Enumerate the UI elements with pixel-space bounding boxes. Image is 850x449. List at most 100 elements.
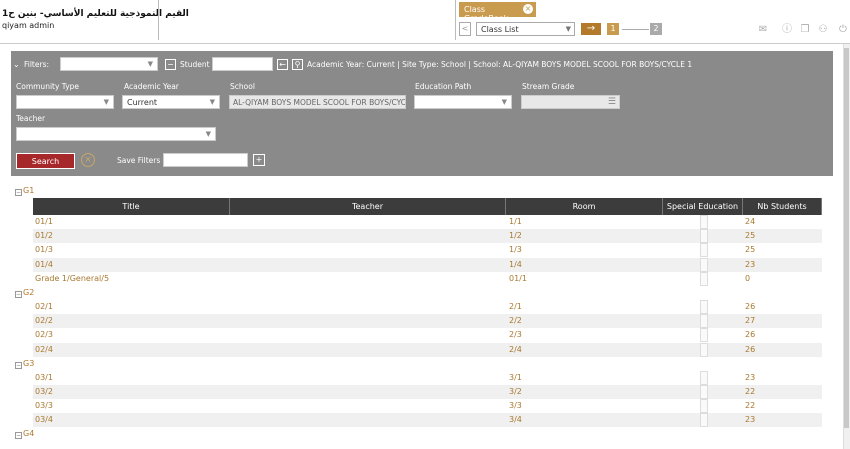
column-header[interactable]: Nb Students [743, 198, 822, 215]
student-input[interactable] [212, 57, 273, 71]
row-title[interactable]: 03/2 [35, 385, 225, 399]
special-education-checkbox [700, 370, 708, 385]
scrollbar-thumb[interactable] [844, 48, 849, 428]
column-header[interactable]: Special Education [663, 198, 743, 215]
table-row[interactable]: 02/1 2/1 26 [33, 299, 822, 314]
teacher-label: Teacher [16, 114, 46, 123]
filters-label[interactable]: Filters: [24, 60, 49, 69]
collapse-icon[interactable]: − [15, 361, 22, 369]
row-title[interactable]: 03/3 [35, 399, 225, 413]
table-row[interactable]: 02/3 2/3 26 [33, 328, 822, 343]
page-select[interactable]: Class List ▼ [476, 22, 575, 36]
student-label: Student [180, 60, 210, 69]
row-nb-students: 22 [745, 401, 756, 411]
row-room: 2/3 [509, 330, 522, 340]
divider [455, 0, 456, 40]
stream-grade-label: Stream Grade [522, 82, 575, 91]
table-row[interactable]: 01/2 1/2 25 [33, 229, 822, 244]
chevron-down-icon[interactable]: ⌄ [13, 60, 20, 69]
table-row[interactable]: 02/4 2/4 26 [33, 342, 822, 357]
chevron-down-icon: ▼ [103, 98, 109, 106]
table-row[interactable]: 01/3 1/3 25 [33, 243, 822, 258]
row-teacher [230, 258, 506, 272]
row-title[interactable]: 03/1 [35, 371, 225, 385]
academic-year-value: Current [127, 98, 158, 107]
filter-context: Academic Year: Current | Site Type: Scho… [307, 60, 693, 69]
table-row[interactable]: Grade 1/General/5 01/1 0 [33, 271, 822, 286]
row-nb-students: 23 [745, 259, 756, 269]
close-icon[interactable]: × [523, 4, 533, 14]
row-title[interactable]: 03/4 [35, 413, 225, 427]
table-row[interactable]: 03/2 3/2 22 [33, 384, 822, 400]
group-label: G4 [23, 429, 35, 439]
back-button[interactable]: < [459, 22, 471, 36]
column-header[interactable]: Teacher [230, 198, 506, 215]
column-header[interactable]: Room [506, 198, 663, 215]
group-header[interactable]: − G3 [11, 357, 822, 371]
row-title[interactable]: 02/3 [35, 328, 225, 342]
search-icon[interactable]: ⚲ [292, 59, 303, 70]
community-type-label: Community Type [16, 82, 80, 91]
row-title[interactable]: Grade 1/General/5 [35, 272, 225, 286]
users-icon[interactable]: ⚇ [817, 24, 829, 36]
info-icon[interactable]: ⓘ [781, 24, 793, 36]
community-type-select[interactable]: ▼ [16, 95, 114, 109]
list-icon[interactable]: ☰ [608, 97, 616, 107]
collapse-icon[interactable]: − [15, 290, 22, 298]
table-row[interactable]: 01/4 1/4 23 [33, 257, 822, 272]
chevron-down-icon: ▼ [501, 98, 507, 106]
table-row[interactable]: 01/1 1/1 24 [33, 215, 822, 229]
power-icon[interactable]: ⏻ [837, 24, 849, 36]
special-education-checkbox [700, 229, 708, 244]
search-button[interactable]: Search [16, 153, 75, 169]
table-row[interactable]: 02/2 2/2 27 [33, 314, 822, 329]
column-header[interactable]: Title [33, 198, 230, 215]
table-row[interactable]: 03/1 3/1 23 [33, 370, 822, 385]
page-select-value: Class List [481, 25, 519, 34]
row-title[interactable]: 01/1 [35, 215, 225, 229]
group-header[interactable]: − G1 [11, 184, 822, 198]
save-filters-input[interactable] [163, 153, 248, 167]
minus-icon[interactable]: − [165, 59, 176, 70]
education-path-select[interactable]: ▼ [414, 95, 512, 109]
row-room: 3/3 [509, 401, 522, 411]
row-title[interactable]: 01/4 [35, 258, 225, 272]
row-nb-students: 26 [745, 301, 756, 311]
arrow-left-icon[interactable]: ← [277, 59, 288, 70]
row-nb-students: 25 [745, 245, 756, 255]
group-header[interactable]: − G2 [11, 286, 822, 300]
copy-icon[interactable]: ❐ [799, 24, 811, 36]
row-room: 2/1 [509, 301, 522, 311]
row-teacher [230, 328, 506, 342]
step-2[interactable]: 2 [650, 23, 662, 35]
table-row[interactable]: 03/4 3/4 23 [33, 413, 822, 428]
row-teacher [230, 229, 506, 243]
school-field: AL-QIYAM BOYS MODEL SCOOL FOR BOYS/CYCLE… [229, 95, 406, 109]
row-teacher [230, 314, 506, 328]
clear-icon[interactable]: × [81, 153, 95, 167]
collapse-icon[interactable]: − [15, 189, 22, 196]
row-nb-students: 23 [745, 372, 756, 382]
divider [158, 0, 159, 40]
special-education-checkbox [700, 384, 708, 399]
mail-icon[interactable]: ✉ [757, 24, 769, 36]
row-teacher [230, 300, 506, 314]
table-row[interactable]: 03/3 3/3 22 [33, 399, 822, 414]
group-header[interactable]: − G4 [11, 427, 822, 441]
row-title[interactable]: 01/2 [35, 229, 225, 243]
academic-year-select[interactable]: Current ▼ [122, 95, 220, 109]
step-1[interactable]: 1 [607, 23, 619, 35]
teacher-select[interactable]: ▼ [16, 127, 216, 141]
row-title[interactable]: 01/3 [35, 243, 225, 257]
add-icon[interactable]: + [253, 154, 265, 166]
row-title[interactable]: 02/4 [35, 343, 225, 357]
row-title[interactable]: 02/2 [35, 314, 225, 328]
tab-class-gradebook[interactable]: Class GradeBook × [459, 2, 536, 23]
row-room: 3/2 [509, 386, 522, 396]
collapse-icon[interactable]: − [15, 432, 22, 440]
row-title[interactable]: 02/1 [35, 300, 225, 314]
filter-select[interactable]: ▼ [60, 57, 158, 71]
special-education-checkbox [700, 413, 708, 428]
go-button[interactable]: → [581, 23, 601, 35]
user-name[interactable]: qiyam admin [2, 21, 54, 30]
